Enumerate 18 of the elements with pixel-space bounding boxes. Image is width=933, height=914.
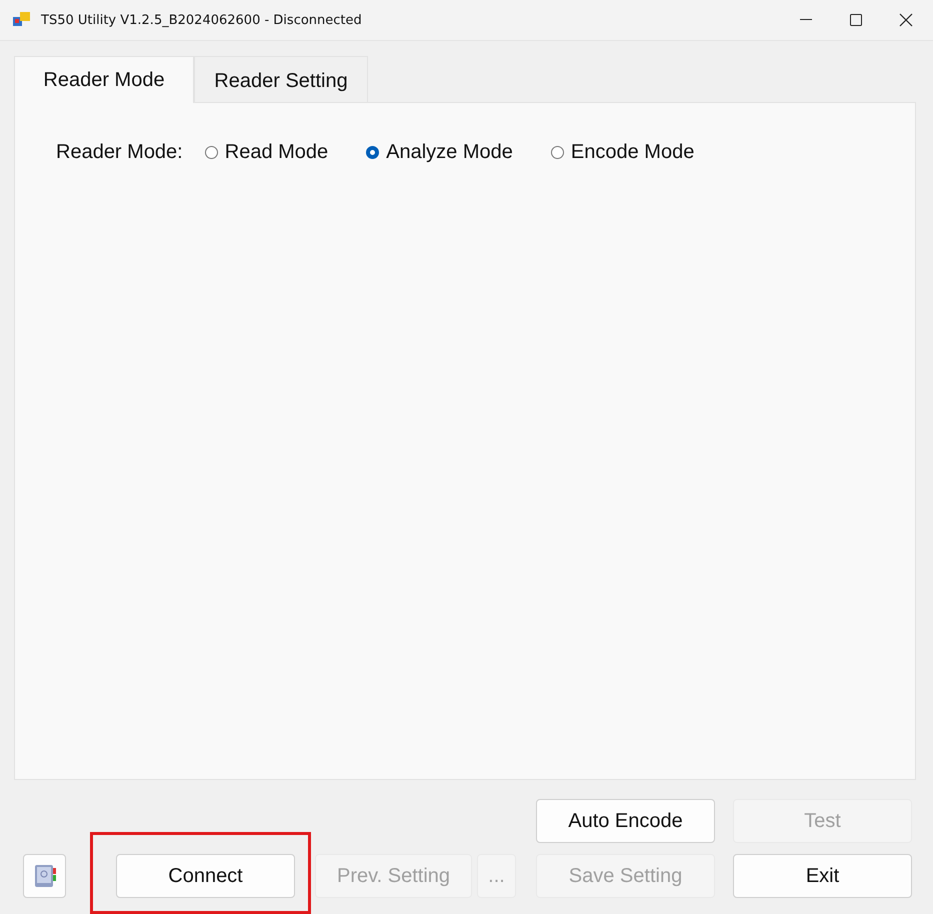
close-icon[interactable] [899,13,913,27]
radio-label[interactable]: Encode Mode [570,141,694,164]
radio-label[interactable]: Read Mode [224,141,328,164]
book-icon-button[interactable] [23,854,66,898]
radio-label[interactable]: Analyze Mode [386,141,513,164]
field-label: Reader Mode: [56,141,183,164]
radio-button[interactable] [204,146,218,159]
action-button[interactable]: Connect [116,854,295,898]
action-button[interactable]: Auto Encode [536,799,715,843]
app-icon [13,12,31,28]
minimize-icon[interactable] [800,19,812,21]
tab[interactable]: Reader Setting [194,56,368,102]
radio-button[interactable] [366,146,380,159]
tab[interactable]: Reader Mode [14,56,194,103]
maximize-icon[interactable] [850,14,862,26]
action-button[interactable]: Exit [733,854,912,898]
window-title: TS50 Utility V1.2.5_B2024062600 - Disconnected [41,12,363,28]
radio-button[interactable] [550,146,564,159]
